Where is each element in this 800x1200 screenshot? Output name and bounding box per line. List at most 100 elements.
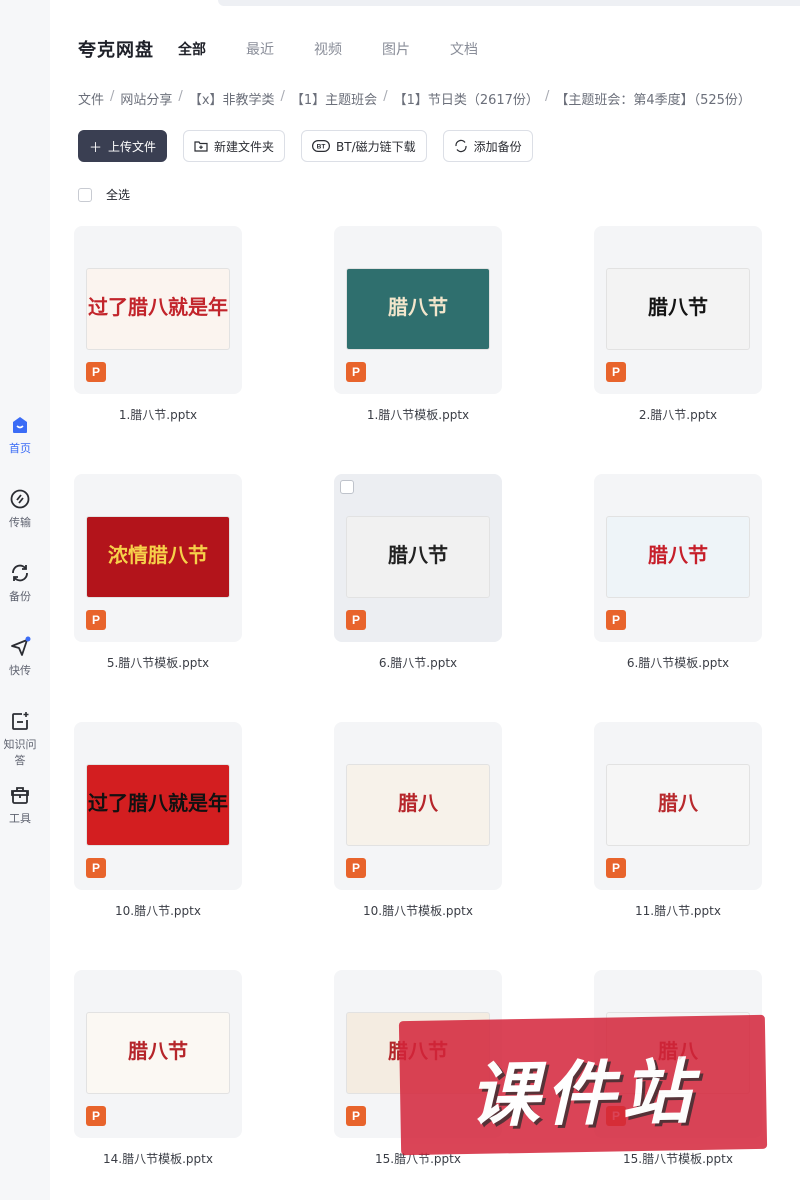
breadcrumb-separator: / [383,89,388,104]
file-name[interactable]: 6.腊八节.pptx [334,654,502,671]
breadcrumb-item[interactable]: 【x】非教学类 [189,89,275,108]
sidebar-item-label: 传输 [9,516,31,529]
sidebar-item-qa[interactable]: 知识问答 [0,710,40,768]
pptx-file-icon: P [346,362,366,382]
file-card[interactable]: 过了腊八就是年 P 1.腊八节.pptx [74,226,242,423]
breadcrumb: 文件 / 网站分享 / 【x】非教学类 / 【1】主题班会 / 【1】节日类（2617份… [78,89,751,108]
file-name[interactable]: 10.腊八节.pptx [74,902,242,919]
backup-sync-icon [455,139,467,153]
file-name[interactable]: 14.腊八节模板.pptx [74,1150,242,1167]
preview-title-text: 腊八节 [648,295,708,319]
breadcrumb-item[interactable]: 【主题班会：第4季度】（525份） [555,89,751,108]
file-thumbnail-box[interactable]: 过了腊八就是年 P [74,226,242,394]
file-name[interactable]: 11.腊八节.pptx [594,902,762,919]
preview-title-text: 过了腊八就是年 [88,295,228,319]
file-card[interactable]: 腊八节 P 2.腊八节.pptx [594,226,762,423]
tab-recent[interactable]: 最近 [246,39,314,59]
pptx-file-icon: P [606,858,626,878]
sidebar-item-transfer[interactable]: 传输 [0,488,40,530]
sidebar-item-label: 知识问答 [3,738,37,767]
app-title: 夸克网盘 [78,40,154,61]
file-card[interactable]: 浓情腊八节 P 5.腊八节模板.pptx [74,474,242,671]
breadcrumb-item[interactable]: 【1】节日类（2617份） [394,89,539,108]
file-name[interactable]: 15.腊八节模板.pptx [594,1150,762,1167]
sidebar-item-tools[interactable]: 工具 [0,784,40,826]
sidebar-item-label: 备份 [9,590,31,603]
add-backup-label: 添加备份 [473,139,522,154]
file-thumbnail-box[interactable]: 腊八节 P [334,226,502,394]
file-card[interactable]: 腊八 P 10.腊八节模板.pptx [334,722,502,919]
new-folder-label: 新建文件夹 [214,139,275,154]
preview-title-text: 腊八 [398,791,438,815]
file-thumbnail-box[interactable]: 腊八节 P [594,226,762,394]
add-backup-button[interactable]: 添加备份 [442,130,533,162]
home-icon [13,417,27,433]
file-preview-image: 浓情腊八节 [86,516,230,598]
tab-documents[interactable]: 文档 [450,39,518,59]
file-card[interactable]: 腊八节 P 6.腊八节.pptx [334,474,502,671]
tab-video[interactable]: 视频 [314,39,382,59]
qa-icon [12,712,29,730]
breadcrumb-separator: / [544,89,550,104]
pptx-file-icon: P [346,610,366,630]
tab-all[interactable]: 全部 [178,39,246,59]
pptx-file-icon: P [346,858,366,878]
select-all-label: 全选 [106,188,131,202]
pptx-file-icon: P [606,362,626,382]
file-preview-image: 腊八节 [606,516,750,598]
file-thumbnail-box[interactable]: 腊八节 P [594,474,762,642]
upload-button[interactable]: ＋ 上传文件 [78,130,168,162]
sidebar-item-home[interactable]: 首页 [0,414,40,456]
file-thumbnail-box[interactable]: 腊八节 P [334,474,502,642]
new-folder-button[interactable]: 新建文件夹 [183,130,286,162]
file-name[interactable]: 6.腊八节模板.pptx [594,654,762,671]
upload-button-label: 上传文件 [108,139,157,154]
file-thumbnail-box[interactable]: 过了腊八就是年 P [74,722,242,890]
sidebar-item-label: 工具 [9,812,31,825]
sidebar-item-backup[interactable]: 备份 [0,562,40,604]
pptx-file-icon: P [86,610,106,630]
breadcrumb-item[interactable]: 网站分享 [120,89,172,108]
file-preview-image: 腊八节 [346,268,490,350]
breadcrumb-item[interactable]: 【1】主题班会 [291,89,377,108]
file-name[interactable]: 1.腊八节模板.pptx [334,406,502,423]
file-card[interactable]: 过了腊八就是年 P 10.腊八节.pptx [74,722,242,919]
tab-images[interactable]: 图片 [382,39,450,59]
backup-icon [12,564,28,582]
pptx-file-icon: P [86,1106,106,1126]
file-preview-image: 腊八 [606,764,750,846]
preview-title-text: 腊八节 [128,1039,188,1063]
file-card[interactable]: 腊八节 P 1.腊八节模板.pptx [334,226,502,423]
breadcrumb-item[interactable]: 文件 [78,89,104,108]
file-card[interactable]: 腊八节 P 14.腊八节模板.pptx [74,970,242,1167]
file-thumbnail-box[interactable]: 腊八节 P [74,970,242,1138]
sidebar-item-quick-send[interactable]: 快传 [0,636,40,678]
file-preview-image: 腊八节 [346,516,490,598]
file-card[interactable]: 腊八节 P 6.腊八节模板.pptx [594,474,762,671]
toolbar: ＋ 上传文件 新建文件夹 BT BT/磁力链下载 添加备份 [78,130,549,162]
bt-download-button[interactable]: BT BT/磁力链下载 [301,130,427,162]
file-card[interactable]: 腊八 P 11.腊八节.pptx [594,722,762,919]
pptx-file-icon: P [86,858,106,878]
file-name[interactable]: 10.腊八节模板.pptx [334,902,502,919]
preview-title-text: 过了腊八就是年 [88,791,228,815]
sidebar-item-label: 首页 [9,442,31,455]
file-thumbnail-box[interactable]: 腊八 P [334,722,502,890]
file-thumbnail-box[interactable]: 腊八 P [594,722,762,890]
sidebar: 首页 传输 备份 快传 知识问答 工具 [0,0,50,1200]
pptx-file-icon: P [346,1106,366,1126]
select-all[interactable]: 全选 [78,186,130,203]
file-name[interactable]: 2.腊八节.pptx [594,406,762,423]
select-all-checkbox[interactable] [78,187,92,202]
file-name[interactable]: 1.腊八节.pptx [74,406,242,423]
preview-title-text: 腊八节 [648,543,708,567]
quick-send-icon [11,636,31,656]
file-preview-image: 过了腊八就是年 [86,268,230,350]
pptx-file-icon: P [86,362,106,382]
transfer-icon [10,489,30,509]
watermark-text: 课件站 [468,1051,698,1137]
file-thumbnail-box[interactable]: 浓情腊八节 P [74,474,242,642]
file-select-checkbox[interactable] [340,480,354,494]
file-name[interactable]: 5.腊八节模板.pptx [74,654,242,671]
file-preview-image: 腊八节 [606,268,750,350]
